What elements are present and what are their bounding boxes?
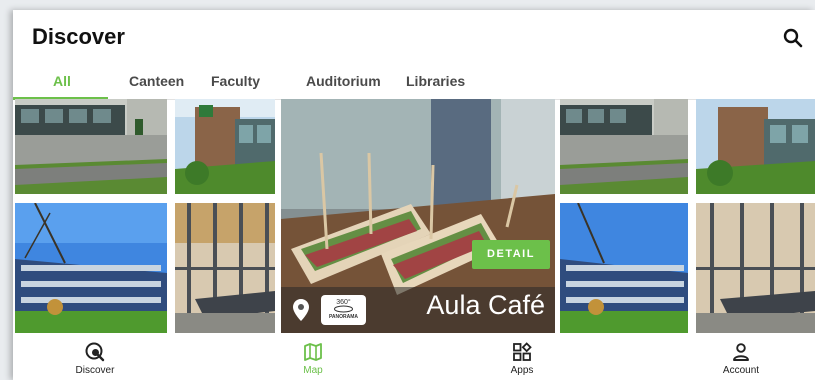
panorama-label: PANORAMA	[328, 314, 359, 320]
featured-place-name: Aula Café	[426, 290, 545, 320]
featured-caption-bar: 360° PANORAMA Aula Café	[281, 287, 555, 333]
nav-map-label: Map	[303, 365, 323, 376]
location-pin-icon[interactable]	[291, 298, 311, 322]
place-tile-faculty-tower-2[interactable]	[696, 99, 815, 194]
nav-account[interactable]: Account	[681, 334, 801, 380]
app-window: Discover All Canteen Faculty Auditorium …	[13, 10, 815, 380]
nav-discover[interactable]: Discover	[35, 334, 155, 380]
tab-faculty[interactable]: Faculty	[211, 73, 260, 89]
detail-button[interactable]: DETAIL	[472, 240, 550, 269]
panorama-360-text: 360°	[336, 298, 351, 306]
page-title: Discover	[32, 24, 125, 49]
panorama-360-icon: 360°	[334, 298, 353, 313]
place-tile-building-entrance-2[interactable]	[560, 99, 688, 194]
tab-all[interactable]: All	[53, 73, 71, 89]
place-tile-blue-building[interactable]	[15, 203, 167, 333]
apps-icon	[513, 342, 532, 361]
nav-map[interactable]: Map	[253, 334, 373, 380]
nav-account-label: Account	[722, 365, 760, 376]
featured-place-card[interactable]: DETAIL 360° PANORAMA Aula Café	[281, 99, 555, 333]
account-icon	[733, 343, 749, 361]
map-icon	[304, 343, 322, 361]
place-tile-terrace-2[interactable]	[696, 203, 815, 333]
nav-apps[interactable]: Apps	[462, 334, 582, 380]
tab-auditorium[interactable]: Auditorium	[306, 73, 381, 89]
panorama-badge[interactable]: 360° PANORAMA	[321, 295, 366, 325]
nav-apps-label: Apps	[510, 365, 534, 376]
place-tile-faculty-tower[interactable]	[175, 99, 275, 194]
place-tile-building-entrance[interactable]	[15, 99, 167, 194]
bottom-navigation: Discover Map Apps Account	[13, 334, 815, 380]
search-icon[interactable]	[781, 26, 805, 50]
tab-libraries[interactable]: Libraries	[406, 73, 465, 89]
place-tile-terrace[interactable]	[175, 203, 275, 333]
place-tile-blue-building-2[interactable]	[560, 203, 688, 333]
nav-discover-label: Discover	[75, 365, 115, 376]
tab-canteen[interactable]: Canteen	[129, 73, 184, 89]
explore-icon	[85, 342, 105, 362]
category-tabs: All Canteen Faculty Auditorium Libraries	[13, 68, 815, 100]
